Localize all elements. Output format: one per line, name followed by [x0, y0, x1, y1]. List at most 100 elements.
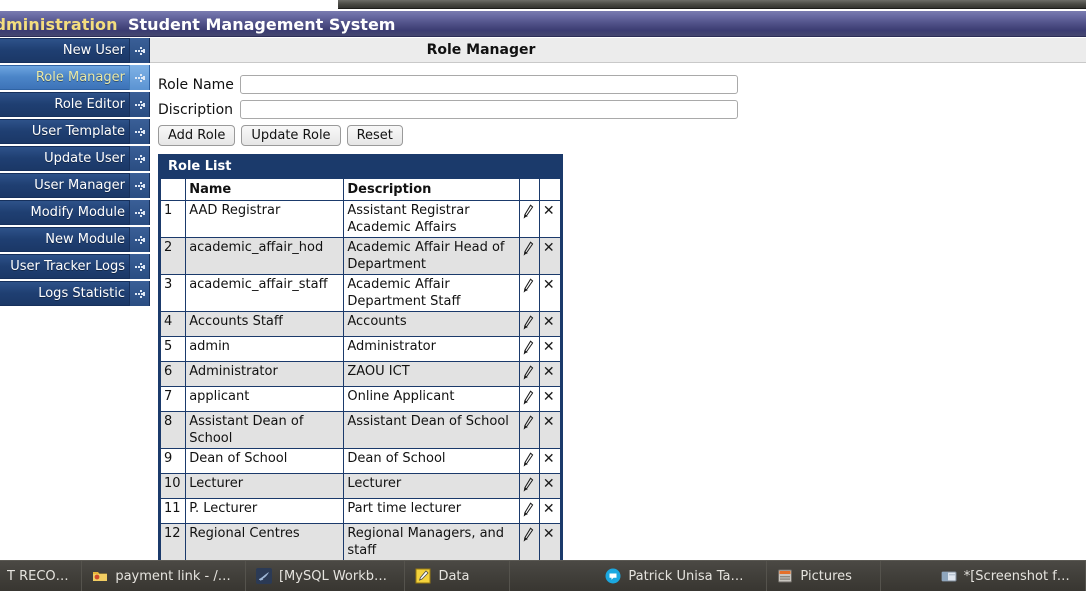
close-x-icon[interactable]: ✕	[543, 525, 555, 541]
taskbar-item[interactable]: T RECO…	[0, 561, 83, 591]
delete-role-cell[interactable]: ✕	[538, 473, 562, 499]
taskbar-item[interactable]: *[Screenshot fr…	[931, 561, 1086, 591]
desktop-taskbar: T RECO… payment link - /h… [MySQL Workbe… D…	[0, 560, 1086, 591]
close-x-icon[interactable]: ✕	[543, 338, 555, 354]
pencil-icon[interactable]	[523, 475, 534, 495]
sidebar-item-user-manager[interactable]: User Manager	[0, 173, 150, 198]
role-name-label: Role Name	[158, 76, 234, 93]
role-description-cell: Academic Affair Department Staff	[343, 274, 520, 312]
delete-role-cell[interactable]: ✕	[538, 336, 562, 362]
pencil-icon[interactable]	[523, 313, 534, 333]
form-button-row: Add Role Update Role Reset	[158, 125, 1086, 146]
taskbar-item-label: payment link - /h…	[115, 568, 235, 584]
delete-role-cell[interactable]: ✕	[538, 448, 562, 474]
main-content: Role Manager Role Name Discription Add R…	[150, 38, 1086, 563]
sidebar-item-label: User Tracker Logs	[10, 259, 125, 274]
role-description-cell: Administrator	[343, 336, 520, 362]
role-name-cell: academic_affair_hod	[185, 237, 345, 275]
role-description-cell: Lecturer	[343, 473, 520, 499]
close-x-icon[interactable]: ✕	[543, 475, 555, 491]
close-x-icon[interactable]: ✕	[543, 363, 555, 379]
pencil-icon[interactable]	[523, 525, 534, 545]
role-name-cell: P. Lecturer	[185, 498, 345, 524]
taskbar-item[interactable]: Patrick Unisa Ta…	[595, 561, 768, 591]
role-description-cell: Regional Managers, and staff	[343, 523, 520, 561]
sidebar-item-label: Role Editor	[54, 97, 125, 112]
table-header-row: Name Description	[159, 178, 562, 201]
application-window: Administration Student Management System…	[0, 0, 1086, 591]
edit-role-cell[interactable]	[518, 523, 540, 561]
edit-role-cell[interactable]	[518, 274, 540, 312]
pencil-icon[interactable]	[523, 338, 534, 358]
sidebar-item-user-template[interactable]: User Template	[0, 119, 150, 144]
taskbar-item-label: [MySQL Workbe…	[278, 568, 395, 584]
description-input[interactable]	[240, 100, 738, 119]
taskbar-item[interactable]: Data	[405, 561, 511, 591]
sidebar-item-user-tracker-logs[interactable]: User Tracker Logs	[0, 254, 150, 279]
delete-role-cell[interactable]: ✕	[538, 411, 562, 449]
edit-role-cell[interactable]	[518, 361, 540, 387]
role-description-cell: Dean of School	[343, 448, 520, 474]
edit-role-cell[interactable]	[518, 311, 540, 337]
delete-role-cell[interactable]: ✕	[538, 498, 562, 524]
close-x-icon[interactable]: ✕	[543, 500, 555, 516]
edit-role-cell[interactable]	[518, 200, 540, 238]
update-role-button[interactable]: Update Role	[241, 125, 341, 146]
taskbar-item[interactable]: payment link - /h…	[82, 561, 246, 591]
arrow-right-icon	[129, 227, 149, 252]
pencil-icon[interactable]	[523, 202, 534, 222]
delete-role-cell[interactable]: ✕	[538, 237, 562, 275]
close-x-icon[interactable]: ✕	[543, 239, 555, 255]
role-name-input[interactable]	[240, 75, 738, 94]
role-name-cell: admin	[185, 336, 345, 362]
table-row: 10 Lecturer Lecturer ✕	[159, 473, 562, 499]
edit-role-cell[interactable]	[518, 448, 540, 474]
close-x-icon[interactable]: ✕	[543, 202, 555, 218]
file-manager-icon	[777, 568, 793, 584]
close-x-icon[interactable]: ✕	[543, 313, 555, 329]
pencil-icon[interactable]	[523, 276, 534, 296]
pencil-icon[interactable]	[523, 388, 534, 408]
delete-role-cell[interactable]: ✕	[538, 386, 562, 412]
edit-role-cell[interactable]	[518, 386, 540, 412]
sidebar-item-new-user[interactable]: New User	[0, 38, 150, 63]
row-number: 3	[159, 274, 187, 312]
delete-role-cell[interactable]: ✕	[538, 523, 562, 561]
taskbar-item[interactable]: [MySQL Workbe…	[246, 561, 406, 591]
arrow-right-icon	[129, 119, 149, 144]
delete-role-cell[interactable]: ✕	[538, 200, 562, 238]
arrow-right-icon	[129, 173, 149, 198]
role-name-cell: Accounts Staff	[185, 311, 345, 337]
pencil-icon[interactable]	[523, 239, 534, 259]
delete-role-cell[interactable]: ✕	[538, 361, 562, 387]
close-x-icon[interactable]: ✕	[543, 388, 555, 404]
taskbar-item[interactable]: Pictures	[767, 561, 881, 591]
arrow-right-icon	[129, 146, 149, 171]
edit-role-cell[interactable]	[518, 498, 540, 524]
role-description-cell: Online Applicant	[343, 386, 520, 412]
pencil-icon[interactable]	[523, 500, 534, 520]
pencil-icon[interactable]	[523, 413, 534, 433]
delete-role-cell[interactable]: ✕	[538, 311, 562, 337]
pencil-icon[interactable]	[523, 363, 534, 383]
sidebar-item-logs-statistic[interactable]: Logs Statistic	[0, 281, 150, 306]
pencil-icon[interactable]	[523, 450, 534, 470]
sidebar-item-role-editor[interactable]: Role Editor	[0, 92, 150, 117]
sidebar-item-role-manager[interactable]: Role Manager	[0, 65, 150, 90]
sidebar-item-label: New User	[62, 43, 125, 58]
reset-button[interactable]: Reset	[346, 125, 403, 146]
edit-role-cell[interactable]	[518, 237, 540, 275]
edit-role-cell[interactable]	[518, 336, 540, 362]
arrow-right-icon	[129, 254, 149, 279]
column-header-description: Description	[343, 178, 520, 201]
edit-role-cell[interactable]	[518, 473, 540, 499]
sidebar-item-modify-module[interactable]: Modify Module	[0, 200, 150, 225]
sidebar-item-update-user[interactable]: Update User	[0, 146, 150, 171]
add-role-button[interactable]: Add Role	[158, 125, 236, 146]
close-x-icon[interactable]: ✕	[543, 413, 555, 429]
close-x-icon[interactable]: ✕	[543, 450, 555, 466]
delete-role-cell[interactable]: ✕	[538, 274, 562, 312]
sidebar-item-new-module[interactable]: New Module	[0, 227, 150, 252]
edit-role-cell[interactable]	[518, 411, 540, 449]
close-x-icon[interactable]: ✕	[543, 276, 555, 292]
